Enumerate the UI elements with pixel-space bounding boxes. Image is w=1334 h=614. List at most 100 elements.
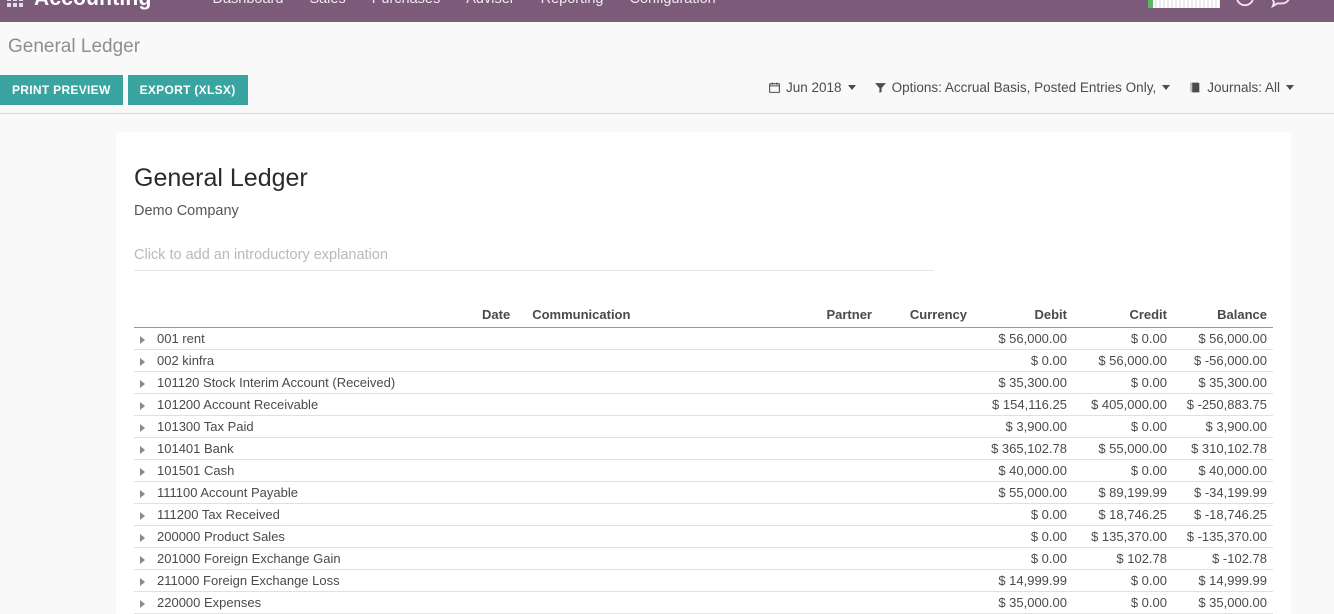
row-balance-cell: $ -250,883.75	[1173, 394, 1273, 416]
table-row[interactable]: 002 kinfra$ 0.00$ 56,000.00$ -56,000.00	[134, 350, 1273, 372]
table-row[interactable]: 101120 Stock Interim Account (Received) $…	[134, 372, 1273, 394]
row-date-cell	[401, 548, 516, 570]
row-account-cell[interactable]: 101401 Bank	[134, 438, 401, 460]
row-account-cell[interactable]: 111200 Tax Received	[134, 504, 401, 526]
row-account-label: 220000 Expenses	[157, 595, 261, 610]
chevron-down-icon	[848, 85, 856, 90]
export-xlsx-button[interactable]: EXPORT (XLSX)	[128, 75, 248, 105]
row-communication-cell	[516, 328, 758, 350]
clock-icon[interactable]: 17	[1234, 0, 1260, 12]
row-account-cell[interactable]: 101501 Cash	[134, 460, 401, 482]
calendar-icon	[768, 81, 781, 94]
menu-item-reporting[interactable]: Reporting	[528, 0, 617, 22]
row-account-cell[interactable]: 002 kinfra	[134, 350, 401, 372]
caret-right-icon[interactable]	[140, 402, 145, 410]
caret-right-icon[interactable]	[140, 578, 145, 586]
date-filter-label: Jun 2018	[786, 80, 842, 95]
row-debit-cell: $ 365,102.78	[973, 438, 1073, 460]
row-debit-cell: $ 56,000.00	[973, 328, 1073, 350]
table-row[interactable]: 101401 Bank$ 365,102.78$ 55,000.00$ 310,…	[134, 438, 1273, 460]
row-account-label: 101120 Stock Interim Account (Received)	[157, 375, 395, 390]
table-row[interactable]: 001 rent$ 56,000.00$ 0.00$ 56,000.00	[134, 328, 1273, 350]
row-account-cell[interactable]: 111100 Account Payable	[134, 482, 401, 504]
row-debit-cell: $ 0.00	[973, 504, 1073, 526]
row-debit-cell: $ 35,000.00	[973, 592, 1073, 614]
caret-right-icon[interactable]	[140, 490, 145, 498]
bug-icon[interactable]	[1306, 0, 1324, 12]
caret-right-icon[interactable]	[140, 556, 145, 564]
caret-right-icon[interactable]	[140, 336, 145, 344]
row-account-cell[interactable]: 200000 Product Sales	[134, 526, 401, 548]
caret-right-icon[interactable]	[140, 600, 145, 608]
row-account-cell[interactable]: 001 rent	[134, 328, 401, 350]
row-partner-cell	[758, 548, 878, 570]
row-partner-cell	[758, 372, 878, 394]
caret-right-icon[interactable]	[140, 380, 145, 388]
row-account-cell[interactable]: 220000 Expenses	[134, 592, 401, 614]
caret-right-icon[interactable]	[140, 512, 145, 520]
caret-right-icon[interactable]	[140, 468, 145, 476]
row-date-cell	[401, 438, 516, 460]
date-filter[interactable]: Jun 2018	[768, 80, 856, 95]
caret-right-icon[interactable]	[140, 446, 145, 454]
column-credit: Credit	[1073, 303, 1173, 328]
row-account-cell[interactable]: 101300 Tax Paid	[134, 416, 401, 438]
row-credit-cell: $ 405,000.00	[1073, 394, 1173, 416]
options-filter-label: Options: Accrual Basis, Posted Entries O…	[892, 80, 1157, 95]
row-debit-cell: $ 55,000.00	[973, 482, 1073, 504]
intro-explanation-input[interactable]: Click to add an introductory explanation	[134, 247, 934, 271]
row-account-cell[interactable]: 101200 Account Receivable	[134, 394, 401, 416]
general-ledger-table: Date Communication Partner Currency Debi…	[134, 303, 1273, 614]
menu-item-sales[interactable]: Sales	[296, 0, 358, 22]
column-partner: Partner	[758, 303, 878, 328]
row-communication-cell	[516, 526, 758, 548]
row-credit-cell: $ 18,746.25	[1073, 504, 1173, 526]
table-row[interactable]: 101300 Tax Paid$ 3,900.00$ 0.00$ 3,900.0…	[134, 416, 1273, 438]
row-currency-cell	[878, 526, 973, 548]
journals-filter[interactable]: Journals: All	[1188, 80, 1294, 95]
menu-item-adviser[interactable]: Adviser	[453, 0, 527, 22]
row-debit-cell: $ 40,000.00	[973, 460, 1073, 482]
row-partner-cell	[758, 416, 878, 438]
control-panel: General Ledger PRINT PREVIEW EXPORT (XLS…	[0, 22, 1334, 114]
table-row[interactable]: 101501 Cash$ 40,000.00$ 0.00$ 40,000.00	[134, 460, 1273, 482]
row-debit-cell: $ 0.00	[973, 526, 1073, 548]
report-filters: Jun 2018 Options: Accrual Basis, Posted …	[750, 80, 1294, 95]
row-debit-cell: $ 0.00	[973, 350, 1073, 372]
row-partner-cell	[758, 592, 878, 614]
table-row[interactable]: 111100 Account Payable$ 55,000.00$ 89,19…	[134, 482, 1273, 504]
table-row[interactable]: 101200 Account Receivable$ 154,116.25$ 4…	[134, 394, 1273, 416]
row-balance-cell: $ 35,300.00	[1173, 372, 1273, 394]
row-date-cell	[401, 394, 516, 416]
caret-right-icon[interactable]	[140, 424, 145, 432]
table-row[interactable]: 111200 Tax Received$ 0.00$ 18,746.25$ -1…	[134, 504, 1273, 526]
row-credit-cell: $ 55,000.00	[1073, 438, 1173, 460]
book-icon	[1188, 81, 1202, 94]
caret-right-icon[interactable]	[140, 358, 145, 366]
table-row[interactable]: 220000 Expenses$ 35,000.00$ 0.00$ 35,000…	[134, 592, 1273, 614]
options-filter[interactable]: Options: Accrual Basis, Posted Entries O…	[874, 80, 1171, 95]
row-balance-cell: $ 3,900.00	[1173, 416, 1273, 438]
print-preview-button[interactable]: PRINT PREVIEW	[0, 75, 123, 105]
apps-grid-icon[interactable]	[0, 0, 30, 22]
table-row[interactable]: 201000 Foreign Exchange Gain$ 0.00$ 102.…	[134, 548, 1273, 570]
row-balance-cell: $ -34,199.99	[1173, 482, 1273, 504]
row-communication-cell	[516, 460, 758, 482]
menu-item-dashboard[interactable]: Dashboard	[200, 0, 297, 22]
breadcrumb[interactable]: General Ledger	[8, 36, 140, 58]
row-account-cell[interactable]: 201000 Foreign Exchange Gain	[134, 548, 401, 570]
row-account-label: 001 rent	[157, 331, 205, 346]
row-balance-cell: $ -102.78	[1173, 548, 1273, 570]
table-row[interactable]: 200000 Product Sales$ 0.00$ 135,370.00$ …	[134, 526, 1273, 548]
row-currency-cell	[878, 416, 973, 438]
app-brand[interactable]: Accounting	[34, 0, 152, 22]
row-credit-cell: $ 0.00	[1073, 328, 1173, 350]
menu-item-purchases[interactable]: Purchases	[359, 0, 454, 22]
search-input[interactable]	[1148, 0, 1220, 8]
top-navbar: Accounting Dashboard Sales Purchases Adv…	[0, 0, 1334, 22]
row-date-cell	[401, 592, 516, 614]
caret-right-icon[interactable]	[140, 534, 145, 542]
chat-bubble-icon[interactable]: 24	[1270, 0, 1296, 12]
menu-item-configuration[interactable]: Configuration	[616, 0, 728, 22]
row-account-cell[interactable]: 101120 Stock Interim Account (Received)	[134, 372, 401, 394]
